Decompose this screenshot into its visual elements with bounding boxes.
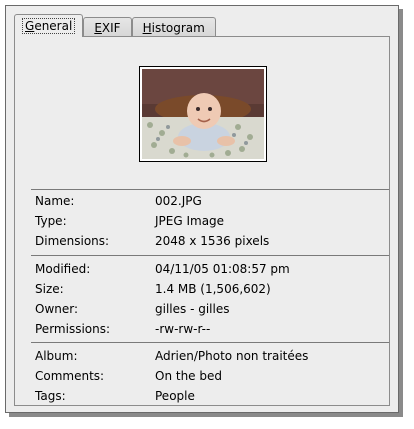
modified-value: 04/11/05 01:08:57 pm (155, 262, 290, 276)
modified-row: Modified: 04/11/05 01:08:57 pm (35, 261, 290, 277)
size-row: Size: 1.4 MB (1,506,602) (35, 281, 271, 297)
tags-label: Tags: (35, 389, 66, 403)
tags-row: Tags: People (35, 388, 195, 404)
owner-row: Owner: gilles - gilles (35, 301, 229, 317)
size-label: Size: (35, 282, 64, 296)
tab-exif-label: EXIF (94, 20, 121, 35)
permissions-row: Permissions: -rw-rw-r-- (35, 321, 210, 337)
type-label: Type: (35, 214, 67, 228)
tab-bar: General EXIF Histogram (14, 13, 216, 37)
type-value: JPEG Image (155, 214, 225, 228)
separator-3 (31, 342, 389, 343)
album-row: Album: Adrien/Photo non traitées (35, 348, 308, 364)
type-row: Type: JPEG Image (35, 213, 224, 229)
name-label: Name: (35, 194, 75, 208)
photo-thumbnail-frame (139, 66, 267, 162)
tab-general[interactable]: General (14, 14, 84, 37)
separator-1 (31, 189, 389, 190)
image-properties-dialog: General EXIF Histogram Name: 002.JPG Typ… (5, 5, 399, 413)
tab-histogram-label: Histogram (142, 20, 205, 35)
size-value: 1.4 MB (1,506,602) (155, 282, 271, 296)
owner-label: Owner: (35, 302, 79, 316)
modified-label: Modified: (35, 262, 91, 276)
tags-value: People (155, 389, 195, 403)
album-value: Adrien/Photo non traitées (155, 349, 309, 363)
owner-value: gilles - gilles (155, 302, 230, 316)
tab-general-label: General (21, 18, 76, 34)
dimensions-value: 2048 x 1536 pixels (155, 234, 270, 248)
tab-exif[interactable]: EXIF (83, 17, 132, 37)
dimensions-row: Dimensions: 2048 x 1536 pixels (35, 233, 269, 249)
dimensions-label: Dimensions: (35, 234, 110, 248)
permissions-label: Permissions: (35, 322, 111, 336)
photo-thumbnail (142, 69, 264, 159)
tab-histogram[interactable]: Histogram (131, 17, 216, 37)
permissions-value: -rw-rw-r-- (155, 322, 211, 336)
name-value: 002.JPG (155, 194, 202, 208)
comments-value: On the bed (155, 369, 222, 383)
general-panel: Name: 002.JPG Type: JPEG Image Dimension… (14, 36, 390, 406)
comments-label: Comments: (35, 369, 105, 383)
comments-row: Comments: On the bed (35, 368, 222, 384)
album-label: Album: (35, 349, 78, 363)
separator-2 (31, 255, 389, 256)
name-row: Name: 002.JPG (35, 193, 202, 209)
